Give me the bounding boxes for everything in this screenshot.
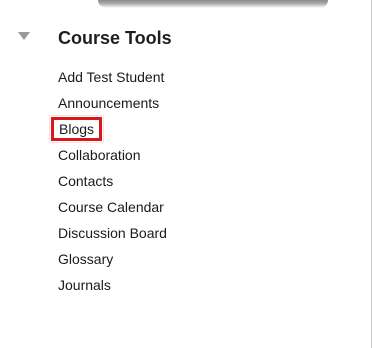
course-tools-header[interactable]: Course Tools (0, 22, 360, 54)
glossary-link[interactable]: Glossary (58, 246, 113, 272)
course-calendar-link[interactable]: Course Calendar (58, 194, 164, 220)
disclosure-triangle-icon[interactable] (18, 32, 30, 40)
contacts-link[interactable]: Contacts (58, 168, 113, 194)
blogs-link[interactable]: Blogs (48, 115, 105, 143)
discussion-board-link[interactable]: Discussion Board (58, 220, 167, 246)
tool-item-announcements: Announcements (58, 90, 348, 116)
tool-item-glossary: Glossary (58, 246, 348, 272)
add-test-student-link[interactable]: Add Test Student (58, 64, 164, 90)
announcements-link[interactable]: Announcements (58, 90, 159, 116)
collaboration-link[interactable]: Collaboration (58, 142, 141, 168)
journals-link[interactable]: Journals (58, 272, 111, 298)
tool-item-journals: Journals (58, 272, 348, 298)
tool-item-add-test-student: Add Test Student (58, 64, 348, 90)
course-tools-panel: Course Tools Add Test Student Announceme… (0, 0, 372, 348)
tool-item-contacts: Contacts (58, 168, 348, 194)
tool-item-discussion-board: Discussion Board (58, 220, 348, 246)
section-title: Course Tools (58, 28, 172, 48)
tool-item-course-calendar: Course Calendar (58, 194, 348, 220)
tool-item-collaboration: Collaboration (58, 142, 348, 168)
course-tools-list: Add Test Student Announcements Blogs Col… (48, 64, 348, 298)
tool-item-blogs: Blogs (48, 115, 348, 143)
top-shadow (98, 0, 328, 8)
